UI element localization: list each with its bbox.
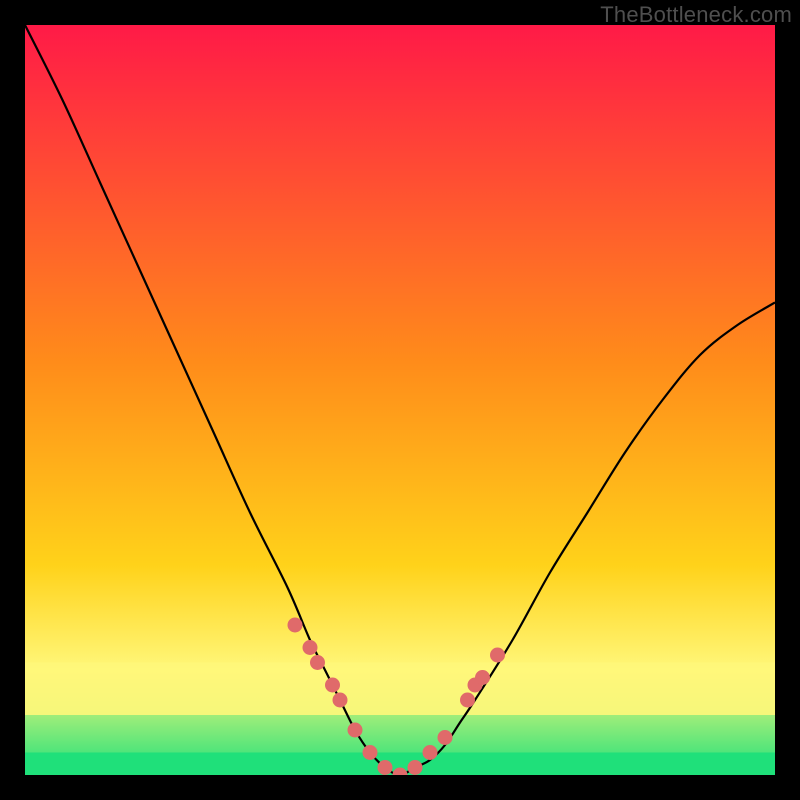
highlight-dot	[363, 745, 378, 760]
bottleneck-chart	[25, 25, 775, 775]
highlight-dot	[408, 760, 423, 775]
highlight-dot	[490, 648, 505, 663]
highlight-dot	[460, 693, 475, 708]
highlight-dot	[475, 670, 490, 685]
watermark-text: TheBottleneck.com	[600, 2, 792, 28]
highlight-dot	[378, 760, 393, 775]
highlight-dot	[303, 640, 318, 655]
highlight-dot	[288, 618, 303, 633]
outer-frame: TheBottleneck.com	[0, 0, 800, 800]
highlight-dot	[423, 745, 438, 760]
plot-area	[25, 25, 775, 775]
yellow-highlight-band	[25, 663, 775, 716]
highlight-dot	[333, 693, 348, 708]
highlight-dot	[310, 655, 325, 670]
highlight-dot	[325, 678, 340, 693]
highlight-dot	[348, 723, 363, 738]
highlight-dot	[438, 730, 453, 745]
